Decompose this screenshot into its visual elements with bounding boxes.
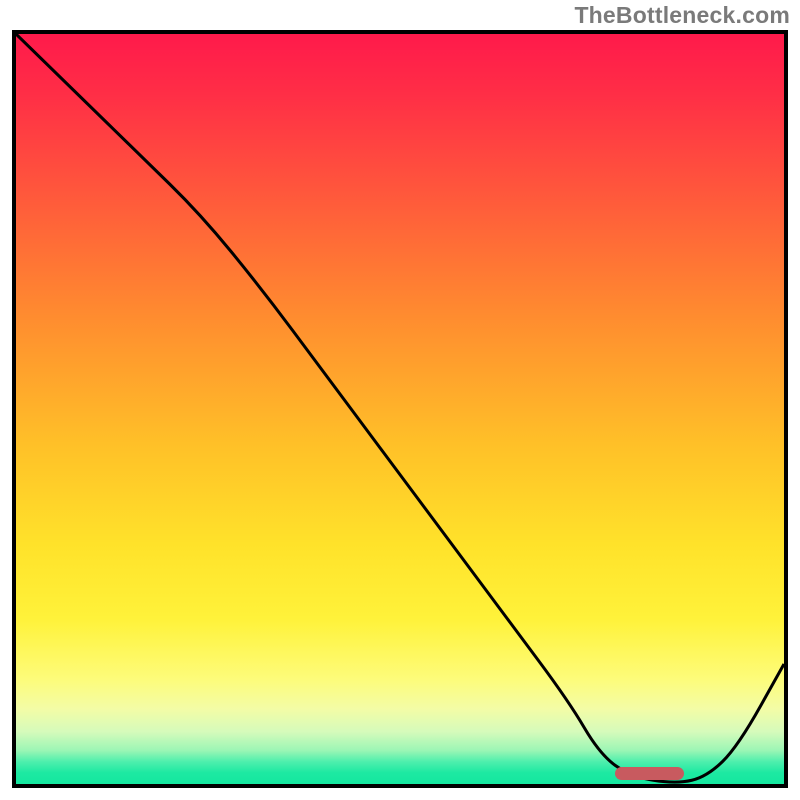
plot-area (12, 30, 788, 788)
optimal-range-marker (615, 767, 684, 780)
curve-path (16, 34, 784, 782)
site-watermark: TheBottleneck.com (574, 2, 790, 29)
bottleneck-curve (16, 34, 784, 784)
plot-frame (12, 30, 788, 788)
chart-container: TheBottleneck.com (0, 0, 800, 800)
